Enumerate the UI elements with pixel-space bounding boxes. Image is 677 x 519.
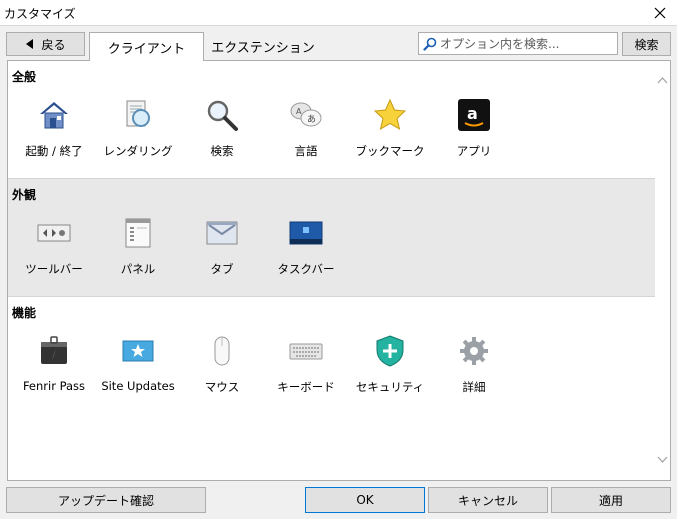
tab-extension-label: エクステンション	[211, 41, 315, 56]
apply-button[interactable]: 適用	[551, 487, 671, 513]
back-button-label: 戻る	[41, 37, 66, 52]
search-icon	[423, 37, 437, 51]
item-label: パネル	[120, 262, 156, 276]
vertical-scrollbar[interactable]	[655, 61, 670, 480]
render-document-icon	[126, 100, 150, 127]
item-advanced[interactable]: 詳細	[432, 333, 516, 403]
check-updates-label: アップデート確認	[57, 493, 154, 508]
panel-icon	[125, 218, 151, 248]
ok-button[interactable]: OK	[305, 487, 425, 513]
item-tab[interactable]: タブ	[180, 215, 264, 285]
close-icon	[654, 7, 666, 19]
item-label: セキュリティ	[355, 380, 425, 394]
item-bookmark[interactable]: ブックマーク	[348, 97, 432, 167]
section-title: 外観	[12, 188, 37, 202]
cancel-label: キャンセル	[457, 493, 518, 508]
chevron-down-icon	[657, 456, 668, 463]
item-apps[interactable]: a アプリ	[432, 97, 516, 167]
item-label: キーボード	[277, 380, 335, 394]
svg-text:A: A	[296, 107, 302, 116]
item-panel[interactable]: パネル	[96, 215, 180, 285]
section-features: 機能 Fenrir Pass Site Updates マウス キーボード セキ…	[8, 297, 657, 417]
keyboard-icon	[289, 343, 323, 360]
window-title: カスタマイズ	[4, 7, 76, 21]
item-label: 詳細	[462, 380, 486, 394]
item-startup-exit[interactable]: 起動 / 終了	[12, 97, 96, 167]
section-appearance: 外観 ツールバー パネル タブ タスクバー	[8, 178, 657, 297]
search-input[interactable]	[440, 36, 610, 51]
item-site-updates[interactable]: Site Updates	[96, 333, 180, 403]
svg-text:あ: あ	[307, 114, 316, 125]
title-bar: カスタマイズ	[0, 0, 677, 26]
item-label: タブ	[210, 262, 234, 276]
tab-icon	[206, 221, 238, 245]
item-label: 言語	[294, 144, 318, 158]
tab-client-label: クライアント	[107, 41, 186, 57]
back-arrow-icon	[26, 39, 34, 49]
item-keyboard[interactable]: キーボード	[264, 333, 348, 403]
search-button-label: 検索	[634, 37, 659, 52]
tab-extension[interactable]: エクステンション	[206, 32, 320, 61]
options-panel: 全般 起動 / 終了 レンダリング 検索 A あ 言語 ブックマーク a アプリ…	[7, 60, 671, 481]
svg-text:a: a	[467, 104, 478, 123]
item-mouse[interactable]: マウス	[180, 333, 264, 403]
apply-label: 適用	[598, 493, 623, 508]
back-button[interactable]: 戻る	[6, 32, 85, 56]
item-label: タスクバー	[277, 262, 335, 276]
search-box	[418, 32, 618, 55]
item-search[interactable]: 検索	[180, 97, 264, 167]
ok-label: OK	[356, 493, 374, 507]
amazon-app-icon: a	[458, 99, 490, 131]
close-button[interactable]	[643, 0, 677, 26]
section-general: 全般 起動 / 終了 レンダリング 検索 A あ 言語 ブックマーク a アプリ	[8, 61, 657, 179]
item-label: ブックマーク	[355, 144, 425, 158]
check-updates-button[interactable]: アップデート確認	[6, 487, 206, 513]
fenrir-pass-icon	[41, 336, 67, 364]
item-language[interactable]: A あ 言語	[264, 97, 348, 167]
taskbar-icon	[289, 221, 323, 245]
item-rendering[interactable]: レンダリング	[96, 97, 180, 167]
item-toolbar[interactable]: ツールバー	[12, 215, 96, 285]
item-label: アプリ	[456, 144, 492, 158]
site-updates-icon	[122, 340, 154, 362]
language-icon: A あ	[290, 102, 322, 127]
magnifier-icon	[207, 100, 238, 131]
chevron-up-icon	[657, 77, 668, 84]
toolbar-icon	[37, 224, 71, 242]
item-label: ツールバー	[25, 262, 83, 276]
item-security[interactable]: セキュリティ	[348, 333, 432, 403]
house-icon	[40, 102, 68, 129]
item-label: マウス	[204, 380, 240, 394]
mouse-icon	[214, 336, 230, 366]
item-label: レンダリング	[103, 144, 173, 158]
item-taskbar[interactable]: タスクバー	[264, 215, 348, 285]
tab-client[interactable]: クライアント	[89, 32, 204, 61]
item-label: 起動 / 終了	[25, 144, 83, 158]
item-fenrir-pass[interactable]: Fenrir Pass	[12, 333, 96, 403]
gear-icon	[460, 337, 488, 365]
search-button[interactable]: 検索	[622, 32, 671, 56]
section-title: 全般	[12, 70, 37, 84]
star-icon	[373, 98, 407, 131]
item-label: Fenrir Pass	[22, 379, 86, 393]
item-label: 検索	[210, 144, 234, 158]
section-title: 機能	[12, 306, 37, 320]
cancel-button[interactable]: キャンセル	[428, 487, 548, 513]
item-label: Site Updates	[101, 379, 175, 393]
security-shield-icon	[376, 335, 404, 367]
